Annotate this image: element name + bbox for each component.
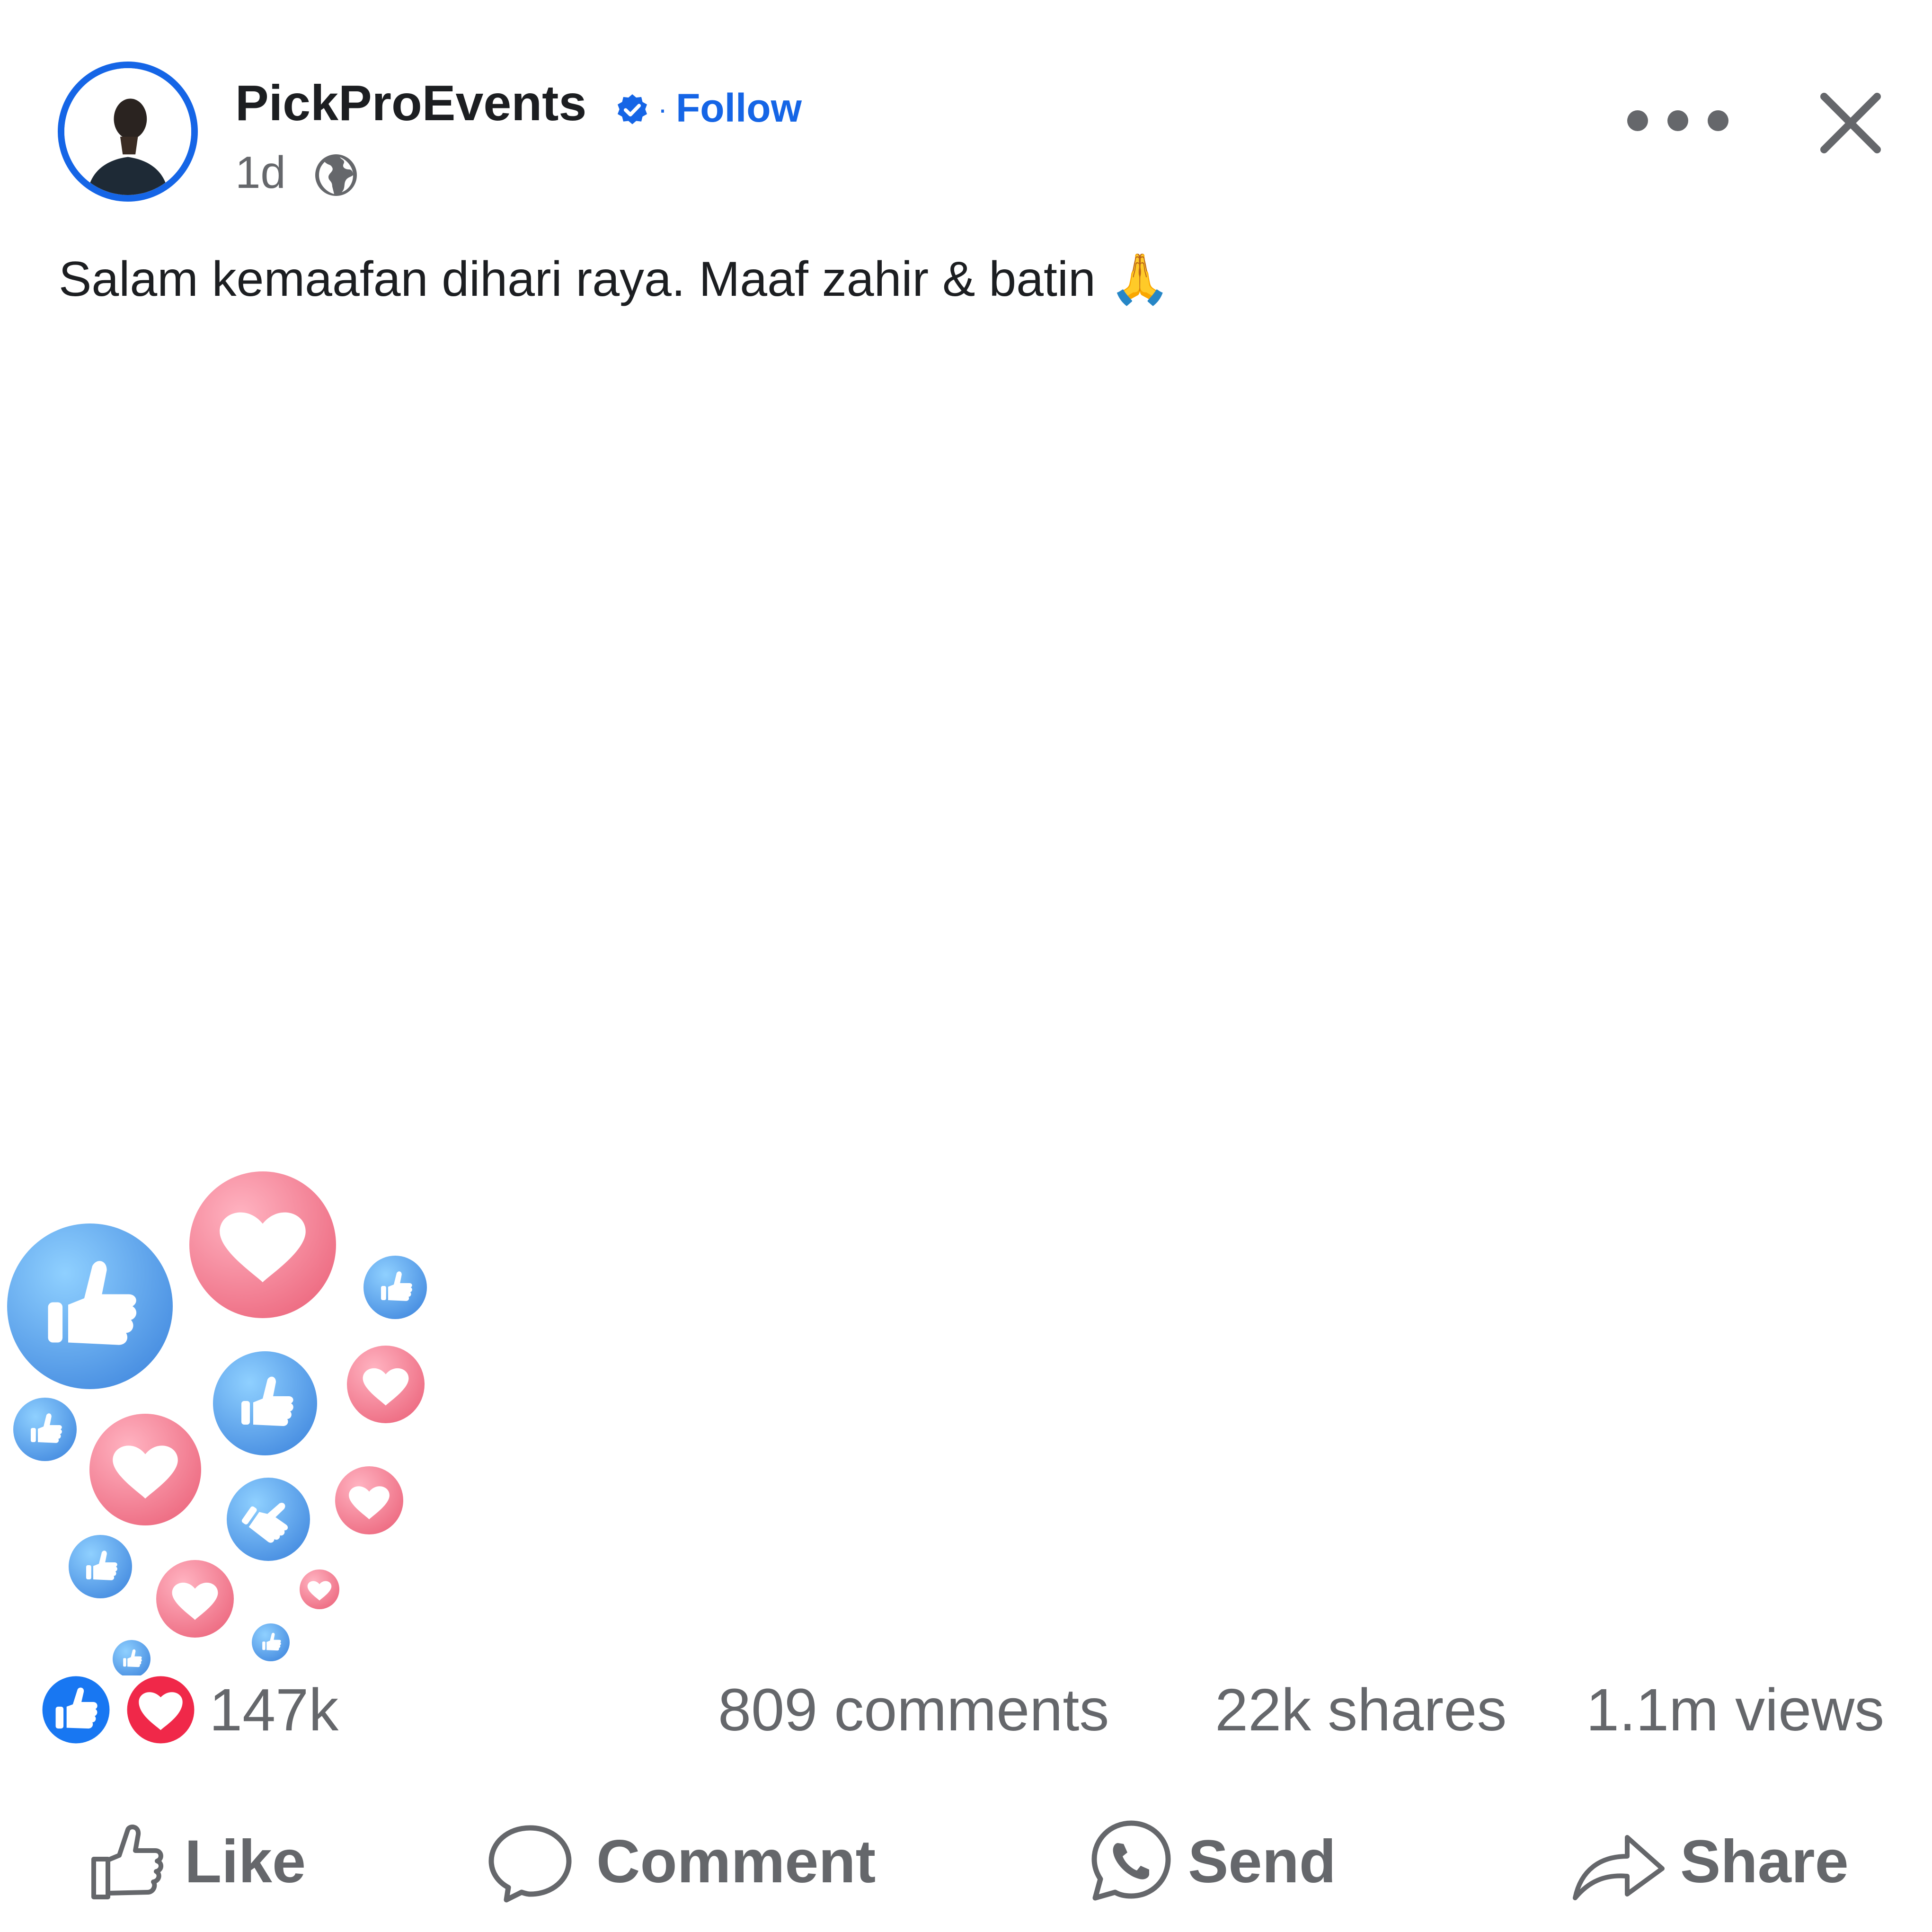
share-label: Share: [1680, 1828, 1849, 1896]
share-arrow-icon: [1573, 1835, 1665, 1900]
like-reaction-icon[interactable]: [37, 1671, 115, 1749]
whatsapp-icon: [1091, 1820, 1171, 1901]
thumbs-up-icon: [91, 1825, 163, 1899]
comment-label: Comment: [596, 1828, 876, 1896]
follow-button[interactable]: Follow: [676, 85, 802, 131]
globe-icon: [315, 154, 357, 196]
share-button[interactable]: Share: [1571, 1817, 1903, 1912]
post-text: Salam kemaafan dihari raya. Maaf zahir &…: [59, 252, 1171, 307]
comment-bubble-icon: [488, 1825, 572, 1903]
love-reaction-icon[interactable]: [122, 1671, 200, 1749]
reaction-bubbles-decoration: [7, 1171, 427, 1675]
reaction-count[interactable]: 147k: [209, 1675, 338, 1744]
comment-button[interactable]: Comment: [487, 1817, 913, 1912]
avatar[interactable]: [58, 62, 198, 202]
send-label: Send: [1188, 1828, 1336, 1896]
like-button[interactable]: Like: [90, 1817, 336, 1912]
verified-badge-icon: [617, 94, 647, 124]
page-name[interactable]: PickProEvents: [235, 75, 586, 132]
views-count: 1.1m views: [1586, 1676, 1885, 1743]
close-icon[interactable]: [1817, 90, 1884, 156]
post-time[interactable]: 1d: [235, 147, 286, 199]
like-label: Like: [185, 1828, 306, 1896]
more-dots-icon[interactable]: [1619, 104, 1737, 137]
shares-count[interactable]: 22k shares: [1215, 1675, 1507, 1744]
avatar-image: [64, 68, 191, 195]
comments-count[interactable]: 809 comments: [718, 1675, 1109, 1744]
send-button[interactable]: Send: [1089, 1817, 1373, 1912]
separator-dot: ·: [658, 93, 667, 125]
